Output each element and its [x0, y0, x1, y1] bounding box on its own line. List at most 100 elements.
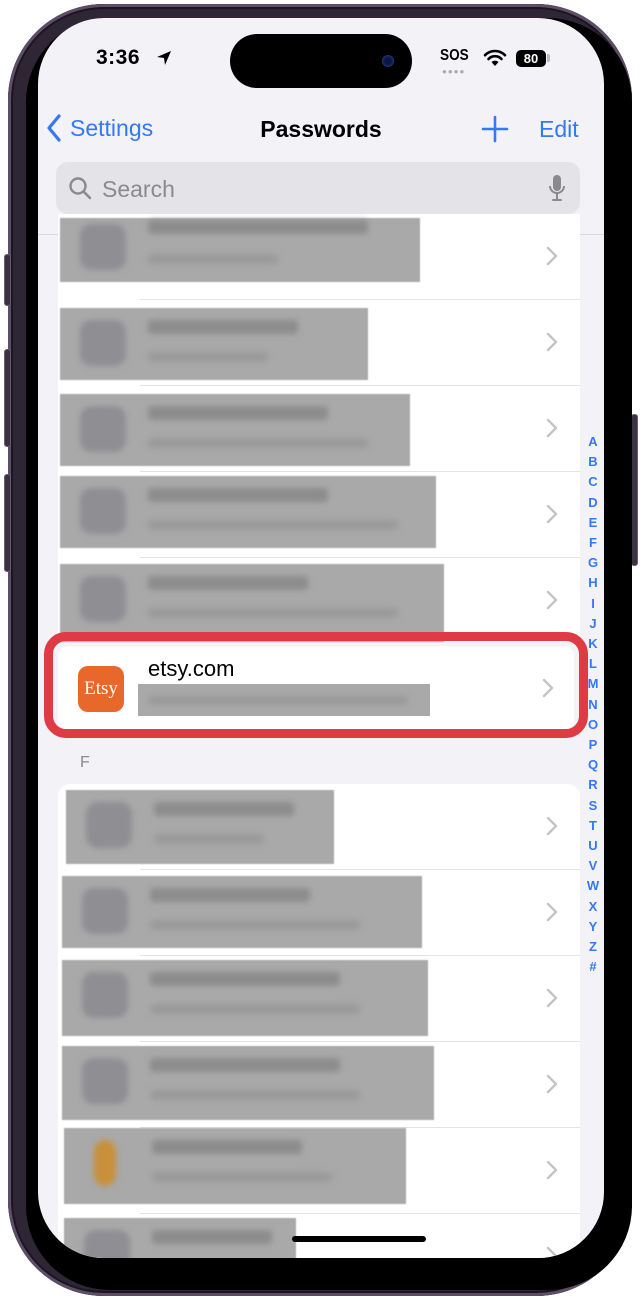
username-text: [148, 438, 368, 448]
index-letter-v[interactable]: V: [584, 856, 602, 876]
chevron-right-icon: [546, 246, 558, 266]
back-button[interactable]: Settings: [46, 114, 153, 142]
username-text: [148, 352, 268, 362]
dynamic-island: [230, 34, 412, 88]
index-letter-s[interactable]: S: [584, 796, 602, 816]
domain-text: [148, 488, 328, 502]
chevron-right-icon: [546, 418, 558, 438]
username-text: [150, 1004, 360, 1014]
domain-text: [152, 1140, 302, 1154]
search-icon: [69, 177, 92, 200]
site-icon: [94, 1140, 116, 1186]
index-letter-j[interactable]: J: [584, 614, 602, 634]
index-letter-b[interactable]: B: [584, 452, 602, 472]
password-list-f: [58, 784, 580, 1258]
list-item[interactable]: [58, 870, 580, 956]
chevron-right-icon: [546, 1246, 558, 1258]
list-item[interactable]: [58, 472, 580, 558]
index-letter-c[interactable]: C: [584, 472, 602, 492]
site-icon: [82, 1058, 128, 1104]
chevron-right-icon: [546, 816, 558, 836]
chevron-right-icon: [546, 1074, 558, 1094]
index-letter-n[interactable]: N: [584, 695, 602, 715]
site-icon: [80, 406, 126, 452]
list-item[interactable]: [58, 1128, 580, 1214]
username-text: [154, 834, 264, 844]
index-letter-l[interactable]: L: [584, 654, 602, 674]
location-arrow-icon: [157, 51, 171, 65]
index-letter-hash[interactable]: #: [584, 957, 602, 977]
domain-text: [152, 1230, 272, 1244]
power-button: [631, 414, 638, 566]
battery-tip: [547, 54, 550, 62]
chevron-right-icon: [546, 590, 558, 610]
redacted-entry: [60, 564, 444, 642]
domain-text: [148, 576, 308, 590]
list-item[interactable]: [58, 558, 580, 644]
wifi-icon: [483, 49, 507, 66]
domain-text: [148, 320, 298, 334]
domain-text: [148, 220, 368, 234]
list-item[interactable]: [58, 386, 580, 472]
index-letter-y[interactable]: Y: [584, 917, 602, 937]
redacted-entry: [64, 1218, 296, 1258]
chevron-right-icon: [546, 902, 558, 922]
index-letter-e[interactable]: E: [584, 513, 602, 533]
search-input[interactable]: [100, 162, 524, 216]
plus-icon[interactable]: [480, 114, 510, 144]
domain-text: [150, 1058, 340, 1072]
edit-button[interactable]: Edit: [539, 116, 579, 143]
alphabet-index[interactable]: A B C D E F G H I J K L M N O P Q R S T U V W X Y Z #: [584, 432, 602, 977]
index-letter-p[interactable]: P: [584, 735, 602, 755]
domain-text: [148, 406, 328, 420]
domain-text: [154, 802, 294, 816]
index-letter-d[interactable]: D: [584, 493, 602, 513]
signal-dots: ●●●●: [442, 67, 466, 76]
back-label: Settings: [70, 114, 154, 141]
index-letter-g[interactable]: G: [584, 553, 602, 573]
index-letter-i[interactable]: I: [584, 594, 602, 614]
index-letter-m[interactable]: M: [584, 674, 602, 694]
sos-indicator: SOS: [440, 47, 469, 64]
username-text: [148, 254, 278, 264]
etsy-list-item[interactable]: Etsy etsy.com: [58, 646, 574, 730]
password-list-e: [58, 214, 580, 642]
chevron-right-icon: [546, 332, 558, 352]
navigation-bar: Settings Passwords Edit: [38, 106, 604, 150]
index-letter-k[interactable]: K: [584, 634, 602, 654]
list-item[interactable]: [58, 784, 580, 870]
index-letter-w[interactable]: W: [584, 876, 602, 896]
section-header-f: F: [80, 754, 90, 771]
index-letter-h[interactable]: H: [584, 573, 602, 593]
list-item[interactable]: [58, 956, 580, 1042]
home-indicator[interactable]: [292, 1236, 426, 1242]
list-item[interactable]: [58, 1042, 580, 1128]
index-letter-x[interactable]: X: [584, 897, 602, 917]
index-letter-u[interactable]: U: [584, 836, 602, 856]
site-icon: [80, 488, 126, 534]
redacted-entry: [64, 1128, 406, 1204]
site-icon: [86, 802, 132, 848]
site-icon: [82, 888, 128, 934]
list-item[interactable]: [58, 214, 580, 300]
index-letter-q[interactable]: Q: [584, 755, 602, 775]
redacted-entry: [62, 1046, 434, 1120]
username-text: [150, 1090, 360, 1100]
index-letter-f[interactable]: F: [584, 533, 602, 553]
screen: 3:36 SOS ●●●● 80 Settings Passwords Edit: [38, 18, 604, 1258]
redacted-username: [138, 684, 430, 716]
redacted-entry: [62, 876, 422, 948]
index-letter-a[interactable]: A: [584, 432, 602, 452]
username-text: [152, 1172, 332, 1182]
index-letter-r[interactable]: R: [584, 775, 602, 795]
index-letter-o[interactable]: O: [584, 715, 602, 735]
index-letter-z[interactable]: Z: [584, 937, 602, 957]
microphone-icon[interactable]: [548, 174, 566, 202]
redacted-entry: [66, 790, 334, 864]
search-bar[interactable]: [56, 162, 580, 216]
list-item[interactable]: [58, 300, 580, 386]
redacted-entry: [60, 218, 420, 282]
etsy-domain: etsy.com: [148, 656, 235, 681]
username-text: [148, 520, 398, 530]
index-letter-t[interactable]: T: [584, 816, 602, 836]
